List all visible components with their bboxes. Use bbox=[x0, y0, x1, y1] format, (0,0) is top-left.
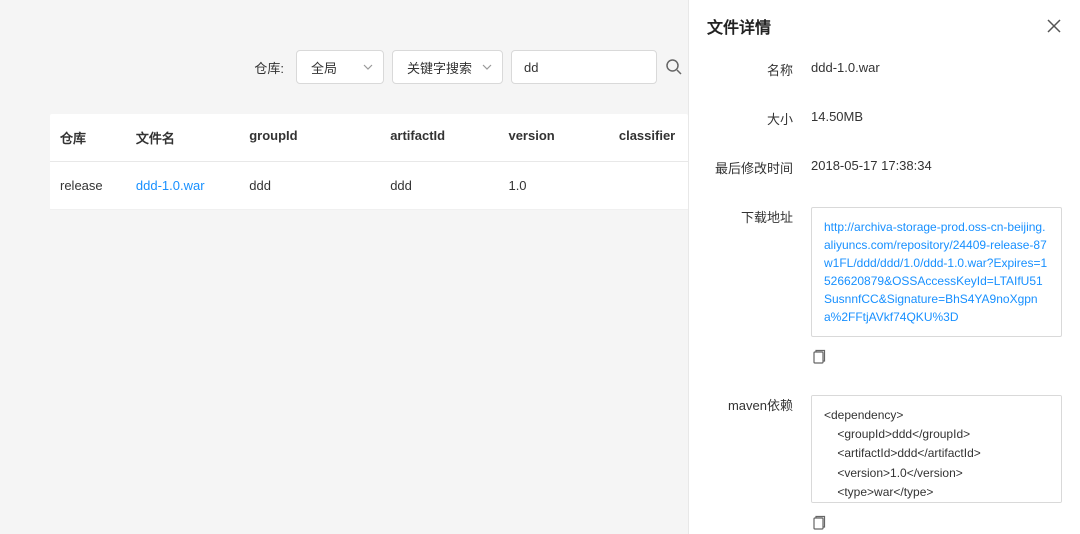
cell-version: 1.0 bbox=[508, 178, 618, 193]
cell-groupid: ddd bbox=[249, 178, 390, 193]
label-size: 大小 bbox=[707, 109, 811, 128]
th-groupid: groupId bbox=[249, 128, 390, 147]
label-modified: 最后修改时间 bbox=[707, 158, 811, 177]
detail-modified-row: 最后修改时间 2018-05-17 17:38:34 bbox=[707, 158, 1062, 177]
label-maven: maven依赖 bbox=[707, 395, 811, 503]
download-url[interactable]: http://archiva-storage-prod.oss-cn-beiji… bbox=[811, 207, 1062, 337]
th-repo: 仓库 bbox=[60, 128, 136, 147]
copy-icon[interactable] bbox=[811, 349, 827, 365]
search-input[interactable] bbox=[511, 50, 657, 84]
main-content: 仓库: 全局 关键字搜索 仓库 文件名 groupId artifactId v… bbox=[0, 0, 688, 210]
repo-select[interactable]: 全局 bbox=[296, 50, 384, 84]
th-version: version bbox=[508, 128, 618, 147]
value-modified: 2018-05-17 17:38:34 bbox=[811, 158, 1062, 177]
filter-bar: 仓库: 全局 关键字搜索 bbox=[50, 50, 688, 84]
chevron-down-icon bbox=[482, 62, 492, 72]
detail-name-row: 名称 ddd-1.0.war bbox=[707, 60, 1062, 79]
cell-filename-link[interactable]: ddd-1.0.war bbox=[136, 178, 249, 193]
panel-header: 文件详情 bbox=[707, 14, 1062, 38]
results-table: 仓库 文件名 groupId artifactId version classi… bbox=[50, 114, 688, 210]
table-row: release ddd-1.0.war ddd ddd 1.0 bbox=[50, 162, 688, 210]
value-name: ddd-1.0.war bbox=[811, 60, 1062, 79]
cell-artifactid: ddd bbox=[390, 178, 508, 193]
detail-panel: 文件详情 名称 ddd-1.0.war 大小 14.50MB 最后修改时间 20… bbox=[688, 0, 1080, 534]
search-icon[interactable] bbox=[665, 58, 683, 76]
cell-classifier bbox=[619, 178, 678, 193]
search-type-select[interactable]: 关键字搜索 bbox=[392, 50, 503, 84]
th-classifier: classifier bbox=[619, 128, 678, 147]
value-size: 14.50MB bbox=[811, 109, 1062, 128]
copy-icon[interactable] bbox=[811, 515, 827, 531]
maven-dependency[interactable] bbox=[811, 395, 1062, 503]
close-icon[interactable] bbox=[1046, 18, 1062, 34]
panel-title: 文件详情 bbox=[707, 14, 771, 38]
search-type-value: 关键字搜索 bbox=[407, 58, 472, 77]
th-artifactid: artifactId bbox=[390, 128, 508, 147]
table-header: 仓库 文件名 groupId artifactId version classi… bbox=[50, 114, 688, 162]
repo-filter-label: 仓库: bbox=[254, 58, 284, 77]
repo-select-value: 全局 bbox=[311, 58, 337, 77]
label-name: 名称 bbox=[707, 60, 811, 79]
detail-size-row: 大小 14.50MB bbox=[707, 109, 1062, 128]
detail-download-row: 下载地址 http://archiva-storage-prod.oss-cn-… bbox=[707, 207, 1062, 337]
chevron-down-icon bbox=[363, 62, 373, 72]
cell-repo: release bbox=[60, 178, 136, 193]
label-download: 下载地址 bbox=[707, 207, 811, 337]
th-filename: 文件名 bbox=[136, 128, 249, 147]
detail-maven-row: maven依赖 bbox=[707, 395, 1062, 503]
copy-download-row bbox=[707, 349, 1062, 365]
copy-maven-row bbox=[707, 515, 1062, 531]
